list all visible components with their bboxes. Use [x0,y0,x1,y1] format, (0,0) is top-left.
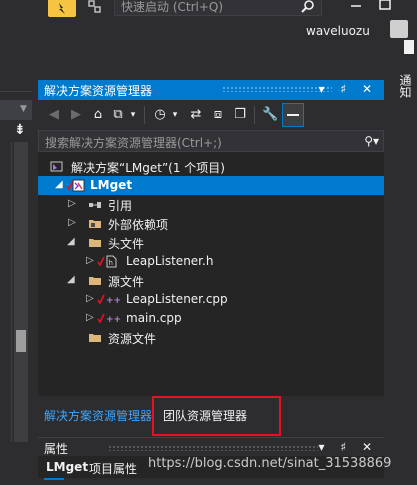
project-icon [66,179,86,192]
maximize-icon[interactable] [378,0,394,16]
svg-text:++: ++ [106,296,121,306]
show-all-files-icon[interactable]: ❐ [232,107,248,123]
forward-icon[interactable]: ▶ [68,107,84,123]
references-icon [88,198,102,211]
properties-wrench-icon[interactable]: 🔧 [262,107,278,123]
minimize-icon[interactable] [345,0,367,16]
expand-arrow-icon[interactable]: ▷ [68,217,76,228]
search-icon[interactable]: ⚲▾ [364,134,379,148]
drag-grip[interactable] [108,445,318,451]
cpp-file-icon: ++ [97,312,121,325]
tab-solution-explorer[interactable]: 解决方案资源管理器 [44,407,152,424]
collapse-all-icon[interactable]: ⧈ [210,107,226,123]
window-controls[interactable]: ▾ ♯ ✕ [318,440,378,454]
sync-view-icon[interactable]: ⧉ [110,107,126,123]
solution-search-input[interactable]: 搜索解决方案资源管理器(Ctrl+;) ⚲▾ [38,130,384,152]
tree-item-references[interactable]: ▷ 引用 [38,195,384,214]
editor-scroll-thumb[interactable] [16,330,26,352]
tree-item-label: 资源文件 [108,332,157,346]
solution-icon [50,160,64,173]
highlight-annotation-box [152,396,281,436]
right-dock-strip [394,40,417,485]
tree-item-label: 头文件 [108,237,145,251]
chevron-down-icon[interactable]: ▾ [128,107,138,123]
search-placeholder: 搜索解决方案资源管理器(Ctrl+;) [45,136,222,150]
split-icon[interactable]: ⇟ [14,122,26,138]
home-icon[interactable]: ⌂ [90,107,106,123]
quick-launch-placeholder: 快速启动 (Ctrl+Q) [121,0,224,14]
properties-title: 属性 [44,442,69,456]
quick-launch-input[interactable]: 快速启动 (Ctrl+Q) [114,0,322,16]
editor-scrollbar[interactable] [14,142,28,442]
tree-item-solution[interactable]: 解决方案“LMget”(1 个项目) [38,157,384,176]
editor-gutter [0,142,12,442]
tree-item-file[interactable]: ▷ ++ LeapListener.cpp [38,290,384,309]
properties-title-bar[interactable]: 属性 ▾ ♯ ✕ [38,437,384,456]
tree-item-label: 源文件 [108,275,145,289]
expand-arrow-icon[interactable]: ◢ [67,236,75,247]
svg-text:++: ++ [106,315,121,325]
expand-arrow-icon[interactable]: ▷ [86,255,94,266]
chevron-down-icon[interactable]: ▾ [170,107,180,123]
account-name[interactable]: waveluozu [306,24,370,38]
feedback-flag-icon[interactable] [48,0,76,17]
tree-item-source-files[interactable]: ◢ 源文件 [38,271,384,290]
tree-item-label: LeapListener.h [126,254,214,268]
window-controls[interactable]: ▾ ♯ ✕ [318,82,378,96]
toolbar-separator [144,106,145,124]
svg-text:h: h [109,259,113,267]
expand-arrow-icon[interactable]: ◢ [55,179,63,190]
solution-explorer-title-bar[interactable]: 解决方案资源管理器 ▾ ♯ ✕ [38,80,384,100]
tree-item-label: LMget [90,178,133,192]
cpp-file-icon: ++ [97,293,121,306]
tree-item-file[interactable]: ▷ h LeapListener.h [38,252,384,271]
account-switch-icon[interactable] [86,0,106,15]
folder-icon [88,331,102,344]
watermark: https://blog.csdn.net/sinat_31538869 [148,456,392,471]
tree-item-resource-files[interactable]: 资源文件 [38,328,384,347]
drag-grip[interactable] [222,86,332,92]
tree-item-label: main.cpp [126,311,182,325]
tree-item-project[interactable]: ◢ LMget [38,176,384,195]
header-file-icon: h [97,255,119,268]
tree-item-external-deps[interactable]: ▷ 外部依赖项 [38,214,384,233]
preview-selected-items-button[interactable] [282,103,304,127]
expand-arrow-icon[interactable]: ▷ [86,293,94,304]
expand-arrow-icon[interactable]: ▷ [68,198,76,209]
properties-object-kind: 项目属性 [89,462,138,476]
tree-item-header-files[interactable]: ◢ 头文件 [38,233,384,252]
search-icon[interactable] [301,0,315,14]
solution-explorer-title: 解决方案资源管理器 [44,84,153,98]
folder-icon [88,274,102,287]
notifications-tab[interactable]: 通知 [397,74,414,98]
external-deps-icon [88,217,102,230]
tree-item-label: LeapListener.cpp [126,292,228,306]
right-scroll-thumb[interactable] [404,40,414,54]
expand-arrow-icon[interactable]: ▷ [86,312,94,323]
tree-item-label: 解决方案“LMget”(1 个项目) [71,161,225,175]
properties-object-name: LMget [46,460,89,474]
tree-item-file[interactable]: ▷ ++ main.cpp [38,309,384,328]
tree-item-label: 外部依赖项 [108,218,169,232]
back-icon[interactable]: ◀ [46,107,62,123]
expand-arrow-icon[interactable]: ◢ [67,274,75,285]
editor-navigation-dropdown[interactable] [0,100,32,120]
refresh-icon[interactable]: ⇄ [188,107,204,123]
editor-divider [0,80,32,92]
properties-focus-indicator [44,478,64,480]
chevron-down-icon[interactable]: ▼ [20,104,27,114]
tree-item-label: 引用 [108,199,133,213]
folder-icon [88,236,102,249]
avatar[interactable] [390,20,408,38]
pending-changes-icon[interactable]: ◷ [152,107,168,123]
toolbar-separator [254,106,255,124]
